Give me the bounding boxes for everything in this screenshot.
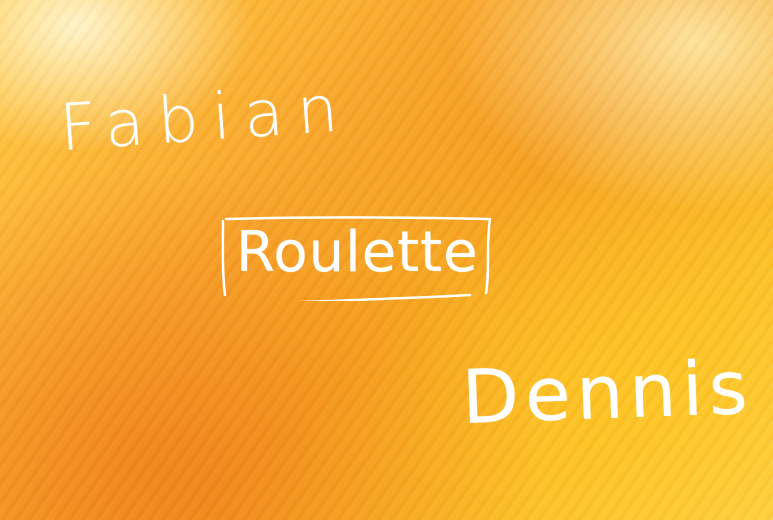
handwritten-title: Roulette [236, 220, 479, 285]
handwritten-name-right: Dennis [460, 344, 755, 441]
